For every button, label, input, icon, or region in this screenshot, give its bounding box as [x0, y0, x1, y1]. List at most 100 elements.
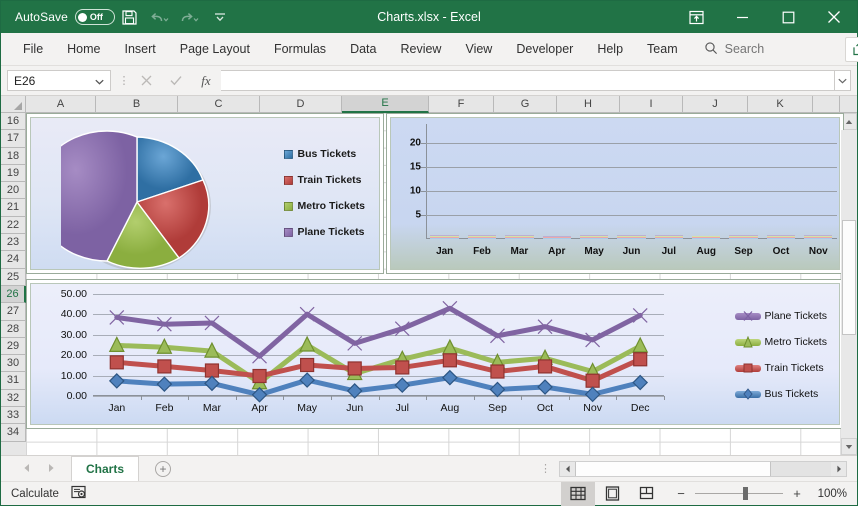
line-chart-object[interactable]: 0.00 10.00 20.00 30.00 40.00 50.00 Jan Feb Mar Ap…	[26, 279, 844, 429]
vertical-scroll-track[interactable]	[841, 130, 857, 438]
row-header-16[interactable]: 16	[1, 113, 26, 131]
col-header-c[interactable]: C	[178, 96, 260, 113]
line-chart-marker[interactable]	[632, 336, 649, 353]
record-macro-icon[interactable]	[71, 485, 87, 502]
bar-chart-segment[interactable]	[804, 238, 833, 239]
horizontal-scroll-thumb[interactable]	[575, 461, 771, 476]
zoom-slider-thumb[interactable]	[743, 487, 748, 500]
row-header-20[interactable]: 20	[1, 182, 26, 200]
bar-chart-stack[interactable]	[766, 235, 796, 239]
add-sheet-icon[interactable]: +	[155, 460, 172, 477]
line-chart-marker[interactable]	[252, 348, 267, 364]
zoom-out-button[interactable]: −	[675, 486, 687, 501]
legend-item-train-tickets[interactable]: Train Tickets	[734, 362, 827, 374]
row-header-17[interactable]: 17	[1, 130, 26, 148]
line-chart-marker[interactable]	[633, 352, 648, 367]
search-input[interactable]	[724, 42, 845, 56]
line-chart-marker[interactable]	[490, 364, 505, 379]
bar-chart-category[interactable]: Jan	[426, 124, 463, 257]
bar-chart-category[interactable]: May	[575, 124, 612, 257]
bar-chart-segment[interactable]	[430, 238, 459, 239]
line-chart-marker[interactable]	[299, 372, 315, 388]
zoom-level-label[interactable]: 100%	[811, 488, 847, 500]
maximize-icon[interactable]	[765, 1, 811, 33]
insert-function-icon[interactable]: fx	[191, 70, 221, 91]
tab-view[interactable]: View	[453, 33, 504, 66]
row-header-28[interactable]: 28	[1, 320, 26, 338]
col-header-b[interactable]: B	[96, 96, 178, 113]
legend-item-train-tickets[interactable]: Train Tickets	[283, 174, 366, 186]
ribbon-display-options-icon[interactable]	[673, 1, 719, 33]
legend-item-plane-tickets[interactable]: Plane Tickets	[734, 310, 827, 322]
line-chart-marker[interactable]	[632, 374, 649, 391]
line-chart-marker[interactable]	[204, 375, 220, 392]
vertical-scrollbar[interactable]	[840, 113, 857, 455]
search-box[interactable]	[704, 41, 845, 58]
chevron-down-icon[interactable]	[95, 74, 104, 88]
bar-chart-stack[interactable]	[542, 236, 571, 239]
line-chart-marker[interactable]	[252, 368, 267, 384]
tab-file[interactable]: File	[11, 33, 55, 66]
undo-icon[interactable]	[145, 4, 175, 30]
legend-item-plane-tickets[interactable]: Plane Tickets	[283, 226, 366, 238]
col-header-e[interactable]: E	[342, 96, 429, 113]
expand-formula-bar-icon[interactable]	[835, 70, 851, 91]
bar-chart-segment[interactable]	[766, 238, 796, 239]
row-header-31[interactable]: 31	[1, 372, 26, 390]
col-header-f[interactable]: F	[429, 96, 494, 113]
legend-item-bus-tickets[interactable]: Bus Tickets	[734, 387, 827, 400]
line-chart-marker[interactable]	[537, 359, 553, 374]
row-header-33[interactable]: 33	[1, 407, 26, 425]
bar-chart-segment[interactable]	[617, 238, 646, 239]
line-chart-marker[interactable]	[346, 383, 363, 399]
horizontal-scroll-track[interactable]	[771, 462, 831, 476]
row-header-25[interactable]: 25	[1, 268, 26, 286]
tab-data[interactable]: Data	[338, 33, 388, 66]
row-header-22[interactable]: 22	[1, 216, 26, 235]
bar-chart-segment[interactable]	[729, 238, 758, 239]
next-sheet-icon[interactable]	[47, 462, 55, 476]
bar-chart-segment[interactable]	[654, 238, 684, 239]
line-chart-marker[interactable]	[157, 359, 172, 374]
cancel-icon[interactable]	[131, 70, 161, 91]
bar-chart-category[interactable]: Feb	[463, 124, 500, 257]
expand-handle[interactable]: ⋮	[117, 74, 131, 87]
line-chart-marker[interactable]	[442, 353, 457, 368]
autosave-toggle[interactable]: Off	[74, 9, 115, 25]
tab-developer[interactable]: Developer	[504, 33, 585, 66]
tab-home[interactable]: Home	[55, 33, 112, 66]
line-chart-marker[interactable]	[156, 376, 173, 393]
row-header-21[interactable]: 21	[1, 199, 26, 217]
page-layout-view-icon[interactable]	[595, 482, 629, 506]
tab-insert[interactable]: Insert	[113, 33, 168, 66]
row-header-26[interactable]: 26	[1, 285, 26, 304]
bar-chart-category[interactable]: Mar	[501, 124, 538, 257]
line-chart-marker[interactable]	[299, 306, 315, 322]
bar-chart-category[interactable]: Jul	[650, 124, 687, 257]
line-chart-marker[interactable]	[442, 369, 458, 386]
bar-chart-stack[interactable]	[654, 235, 684, 239]
line-chart-marker[interactable]	[537, 379, 553, 395]
bar-chart-segment[interactable]	[579, 238, 609, 239]
row-header-27[interactable]: 27	[1, 303, 26, 321]
pie-chart-object[interactable]: Bus Tickets Train Tickets Metro Tickets	[26, 113, 384, 274]
scroll-right-icon[interactable]	[831, 461, 846, 476]
bar-chart-category[interactable]: Sep	[725, 124, 762, 257]
row-header-19[interactable]: 19	[1, 164, 26, 183]
stacked-bar-chart-object[interactable]: 5 10 15 20 Jan Feb Mar Apr May Jun Jul Aug Sep Oct Nov	[386, 113, 844, 274]
line-chart-marker[interactable]	[394, 377, 411, 394]
page-break-view-icon[interactable]	[629, 482, 663, 506]
row-header-24[interactable]: 24	[1, 251, 26, 269]
vertical-scroll-thumb[interactable]	[842, 220, 856, 335]
line-chart-marker[interactable]	[108, 373, 125, 389]
horizontal-scrollbar[interactable]	[559, 460, 847, 477]
col-header-h[interactable]: H	[557, 96, 620, 113]
bar-chart-segment[interactable]	[467, 238, 497, 239]
scroll-left-icon[interactable]	[560, 461, 575, 476]
formula-input[interactable]	[221, 70, 835, 91]
zoom-in-button[interactable]: +	[791, 486, 803, 501]
zoom-slider[interactable]	[695, 487, 783, 500]
cell-grid[interactable]: Bus Tickets Train Tickets Metro Tickets	[26, 113, 844, 455]
bar-chart-stack[interactable]	[617, 235, 646, 239]
save-icon[interactable]	[115, 4, 145, 30]
